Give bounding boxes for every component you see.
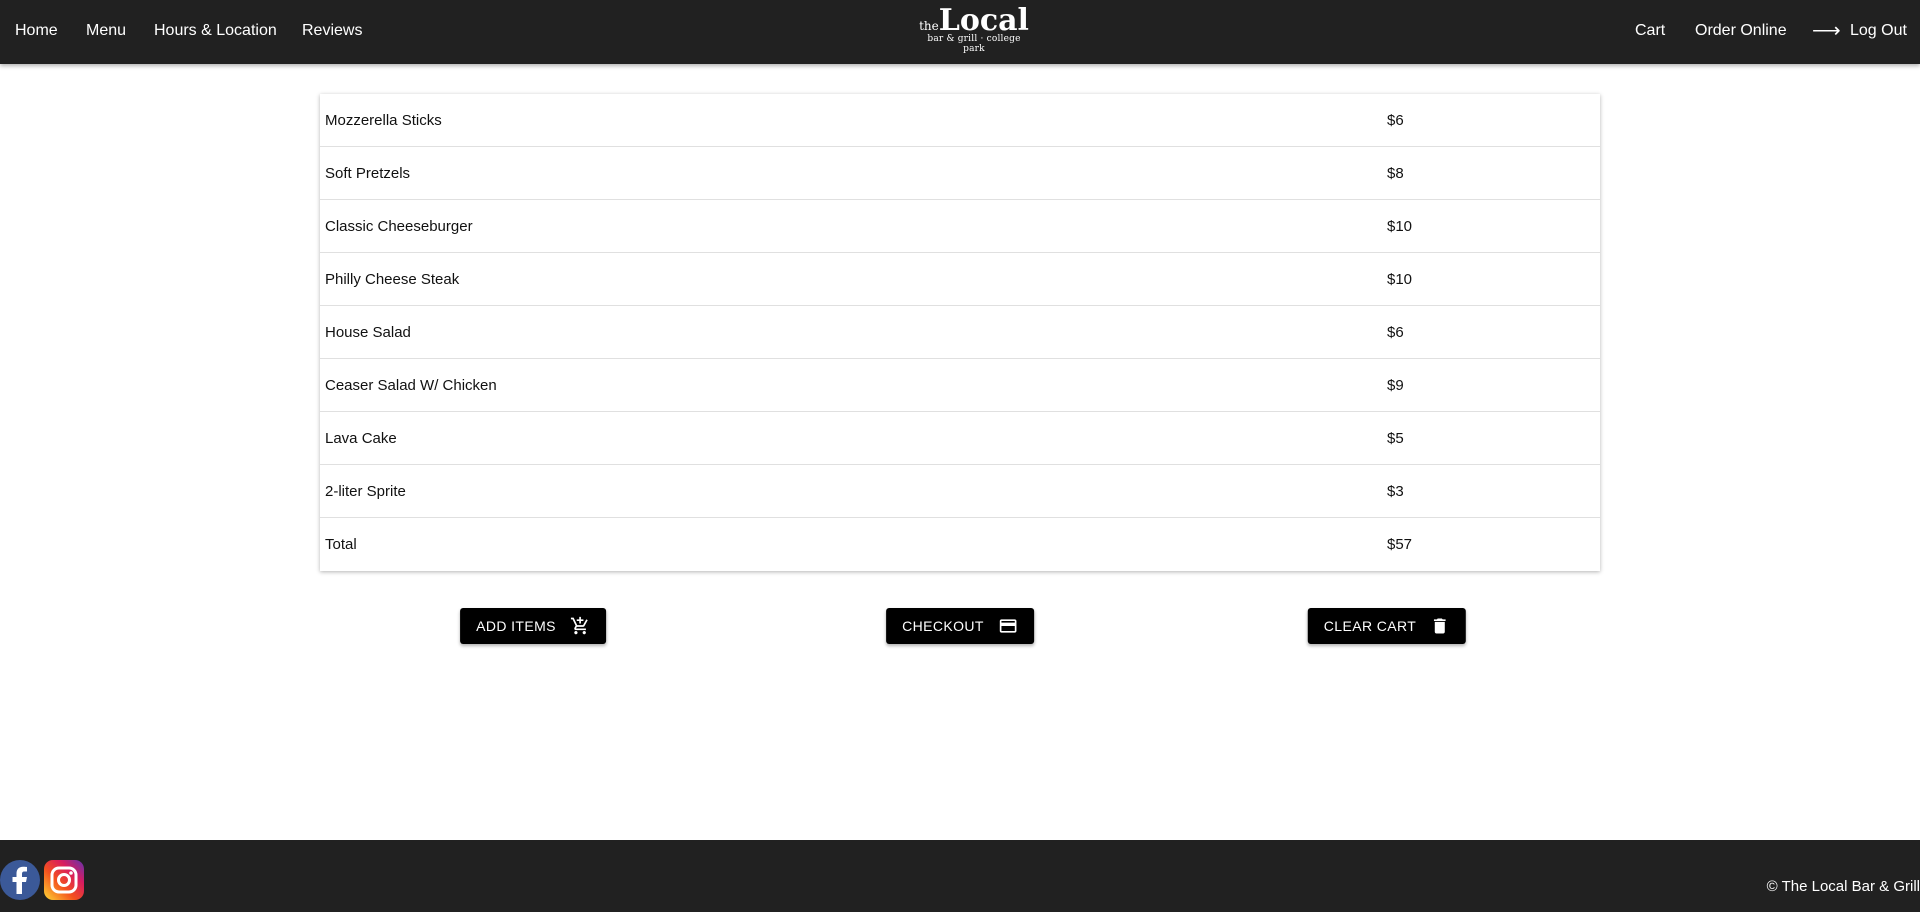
nav-order-online[interactable]: Order Online — [1695, 22, 1787, 40]
cart-item-row: Ceaser Salad W/ Chicken $9 — [320, 359, 1600, 412]
trash-icon — [1434, 618, 1447, 634]
nav-cart[interactable]: Cart — [1635, 22, 1665, 40]
top-navbar: Home Menu Hours & Location Reviews theLo… — [0, 0, 1920, 64]
item-name: Total — [325, 536, 357, 553]
item-price: $3 — [1387, 483, 1404, 500]
item-price: $10 — [1387, 218, 1413, 235]
checkout-button[interactable]: CHECKOUT — [886, 608, 1034, 644]
item-price: $8 — [1387, 165, 1404, 182]
nav-home[interactable]: Home — [15, 22, 58, 40]
checkout-label: CHECKOUT — [902, 618, 984, 634]
add-items-button[interactable]: ADD ITEMS — [460, 608, 606, 644]
logo-name: Local — [938, 3, 1029, 38]
cart-item-row: Philly Cheese Steak $10 — [320, 253, 1600, 306]
nav-hours-location[interactable]: Hours & Location — [154, 22, 277, 40]
logo-tagline: bar & grill · college park — [927, 34, 1021, 54]
clear-cart-label: CLEAR CART — [1323, 618, 1417, 634]
item-name: Ceaser Salad W/ Chicken — [325, 377, 497, 394]
add-shopping-cart-icon — [570, 616, 588, 635]
item-name: Soft Pretzels — [325, 165, 411, 182]
item-price: $6 — [1387, 112, 1404, 129]
instagram-icon[interactable] — [44, 860, 84, 900]
cart-item-row: Mozzerella Sticks $6 — [320, 94, 1600, 147]
logo[interactable]: theLocal bar & grill · college park — [915, 6, 1033, 56]
item-name: 2-liter Sprite — [325, 483, 406, 500]
cart-item-row: Classic Cheeseburger $10 — [320, 200, 1600, 253]
cart-item-row: Soft Pretzels $8 — [320, 147, 1600, 200]
cart-item-row: 2-liter Sprite $3 — [320, 465, 1600, 518]
nav-menu[interactable]: Menu — [86, 22, 126, 40]
cart-item-row: House Salad $6 — [320, 306, 1600, 359]
logout-arrow-icon[interactable]: ⟶ — [1812, 18, 1841, 43]
copyright: © The Local Bar & Grill — [1766, 878, 1920, 895]
item-name: Philly Cheese Steak — [325, 271, 460, 288]
item-name: Lava Cake — [325, 430, 397, 447]
cart-item-row: Lava Cake $5 — [320, 412, 1600, 465]
item-name: Classic Cheeseburger — [325, 218, 473, 235]
item-price: $57 — [1387, 536, 1413, 553]
total-row: Total $57 — [320, 518, 1600, 571]
cart-table: Mozzerella Sticks $6 Soft Pretzels $8 Classi… — [320, 94, 1600, 571]
footer: © The Local Bar & Grill — [0, 840, 1920, 912]
clear-cart-button[interactable]: CLEAR CART — [1307, 608, 1467, 644]
item-name: House Salad — [325, 324, 411, 341]
add-items-label: ADD ITEMS — [476, 618, 556, 634]
item-price: $10 — [1387, 271, 1413, 288]
nav-log-out[interactable]: Log Out — [1850, 22, 1907, 40]
logo-the: the — [919, 19, 939, 33]
facebook-icon[interactable] — [0, 860, 40, 900]
nav-reviews[interactable]: Reviews — [302, 22, 362, 40]
item-name: Mozzerella Sticks — [325, 112, 442, 129]
credit-card-icon — [999, 619, 1017, 633]
item-price: $9 — [1387, 377, 1404, 394]
item-price: $6 — [1387, 324, 1404, 341]
item-price: $5 — [1387, 430, 1404, 447]
